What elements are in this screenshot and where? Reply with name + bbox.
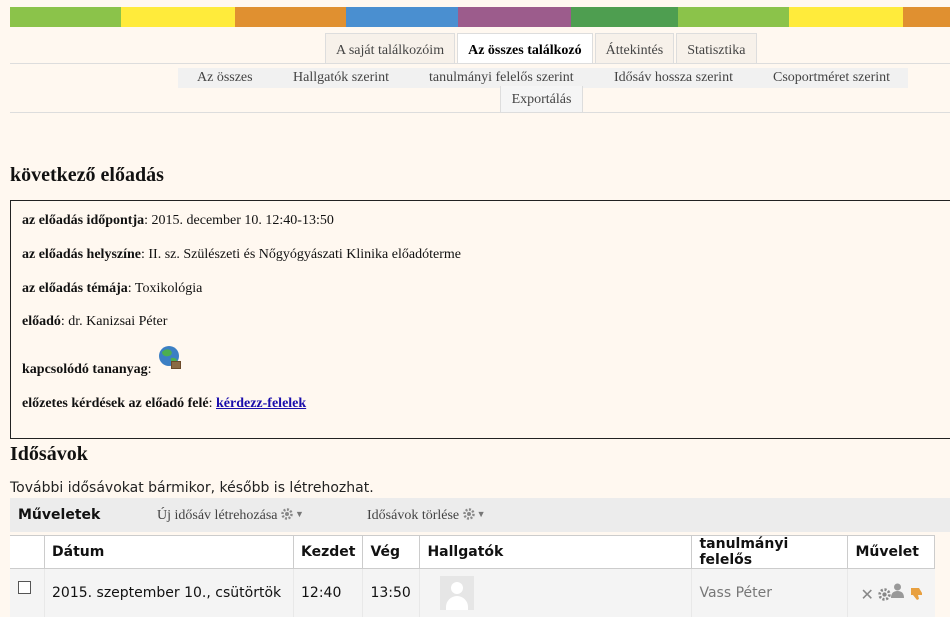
gear-icon	[463, 508, 475, 520]
lecture-material-row: kapcsolódó tananyag:	[22, 362, 152, 378]
table-row: 2015. szeptember 10., csütörtök 12:40 13…	[10, 569, 935, 617]
row-select-cell	[10, 569, 45, 617]
color-strip-segment	[458, 7, 571, 27]
lecture-speaker-row: előadó: dr. Kanizsai Péter	[22, 314, 167, 330]
slots-header-row: Dátum Kezdet Vég Hallgatók tanulmányi fe…	[10, 536, 935, 569]
column-header-start[interactable]: Kezdet	[294, 536, 363, 569]
lecture-time-label: az előadás időpontja	[22, 213, 144, 228]
tab-all-meetings[interactable]: Az összes találkozó	[457, 33, 593, 63]
subtab-by-students[interactable]: Hallgatók szerint	[293, 68, 389, 88]
lecture-material-colon: :	[148, 362, 152, 377]
slot-actions: ✕	[848, 569, 935, 617]
column-header-date[interactable]: Dátum	[45, 536, 294, 569]
lecture-topic-label: az előadás témája	[22, 281, 128, 296]
lecture-questions-colon: :	[209, 396, 213, 411]
lecture-questions-label: előzetes kérdések az előadó felé	[22, 396, 209, 411]
subtab-by-teacher[interactable]: tanulmányi felelős szerint	[429, 68, 574, 88]
next-lecture-heading: következő előadás	[10, 164, 164, 187]
color-strip-segment	[10, 7, 121, 27]
color-strip-segment	[903, 7, 950, 27]
tab-overview[interactable]: Áttekintés	[595, 33, 675, 63]
lecture-info-box: az előadás időpontja: 2015. december 10.…	[10, 200, 950, 439]
column-header-teacher[interactable]: tanulmányi felelős	[692, 536, 848, 569]
sub-tabs: Az összes Hallgatók szerint tanulmányi f…	[178, 68, 908, 88]
slot-end: 13:50	[363, 569, 420, 617]
actions-label: Műveletek	[18, 507, 100, 523]
thumbs-down-icon[interactable]	[909, 585, 925, 601]
lecture-speaker-value: : dr. Kanizsai Péter	[61, 314, 168, 329]
color-strip	[10, 7, 950, 27]
column-header-actions: Művelet	[848, 536, 935, 569]
slot-date: 2015. szeptember 10., csütörtök	[45, 569, 294, 617]
lecture-time-value: : 2015. december 10. 12:40-13:50	[144, 213, 334, 228]
color-strip-segment	[121, 7, 235, 27]
slots-hint: További idősávokat bármikor, később is l…	[10, 480, 374, 496]
lecture-time-row: az előadás időpontja: 2015. december 10.…	[22, 213, 334, 229]
subtabs-divider	[10, 112, 950, 113]
row-checkbox[interactable]	[18, 581, 31, 594]
lecture-topic-value: : Toxikológia	[128, 281, 203, 296]
slot-students	[420, 569, 692, 617]
color-strip-segment	[571, 7, 678, 27]
caret-down-icon: ▼	[295, 509, 304, 519]
color-strip-segment	[678, 7, 789, 27]
subtab-by-group-size[interactable]: Csoportméret szerint	[773, 68, 890, 88]
globe-icon[interactable]	[157, 345, 183, 371]
delete-slots-menu[interactable]: Idősávok törlése ▼	[367, 508, 486, 524]
slots-heading: Idősávok	[10, 443, 88, 466]
color-strip-segment	[789, 7, 903, 27]
new-slot-menu[interactable]: Új idősáv létrehozása ▼	[157, 508, 304, 524]
new-slot-label: Új idősáv létrehozása	[157, 508, 278, 523]
slots-table: Dátum Kezdet Vég Hallgatók tanulmányi fe…	[10, 535, 935, 617]
select-column-header	[10, 536, 45, 569]
color-strip-segment	[235, 7, 346, 27]
lecture-place-label: az előadás helyszíne	[22, 247, 141, 262]
delete-slots-label: Idősávok törlése	[367, 508, 459, 523]
questions-link[interactable]: kérdezz-felelek	[216, 396, 306, 411]
delete-icon[interactable]: ✕	[860, 585, 873, 604]
main-tabs: A saját találkozóim Az összes találkozó …	[325, 33, 759, 63]
slot-teacher: Vass Péter	[692, 569, 848, 617]
avatar	[440, 576, 474, 610]
caret-down-icon: ▼	[477, 509, 486, 519]
lecture-topic-row: az előadás témája: Toxikológia	[22, 281, 202, 297]
lecture-place-value: : II. sz. Szülészeti és Nőgyógyászati Kl…	[141, 247, 461, 262]
slot-start: 12:40	[294, 569, 363, 617]
gear-icon[interactable]	[878, 588, 891, 601]
lecture-speaker-label: előadó	[22, 314, 61, 329]
actions-bar: Műveletek Új idősáv létrehozása ▼ Idősáv…	[10, 498, 950, 532]
user-icon[interactable]	[891, 582, 904, 598]
gear-icon	[281, 508, 293, 520]
tab-export[interactable]: Exportálás	[500, 86, 583, 113]
column-header-end[interactable]: Vég	[363, 536, 420, 569]
tabs-divider	[10, 63, 950, 64]
subtab-by-slot-length[interactable]: Idősáv hossza szerint	[614, 68, 733, 88]
column-header-students[interactable]: Hallgatók	[420, 536, 692, 569]
lecture-questions-row: előzetes kérdések az előadó felé: kérdez…	[22, 396, 306, 412]
color-strip-segment	[346, 7, 458, 27]
subtab-all[interactable]: Az összes	[197, 68, 253, 88]
tab-my-meetings[interactable]: A saját találkozóim	[325, 33, 455, 63]
lecture-place-row: az előadás helyszíne: II. sz. Szülészeti…	[22, 247, 461, 263]
tab-statistics[interactable]: Statisztika	[676, 33, 756, 63]
lecture-material-label: kapcsolódó tananyag	[22, 362, 148, 377]
